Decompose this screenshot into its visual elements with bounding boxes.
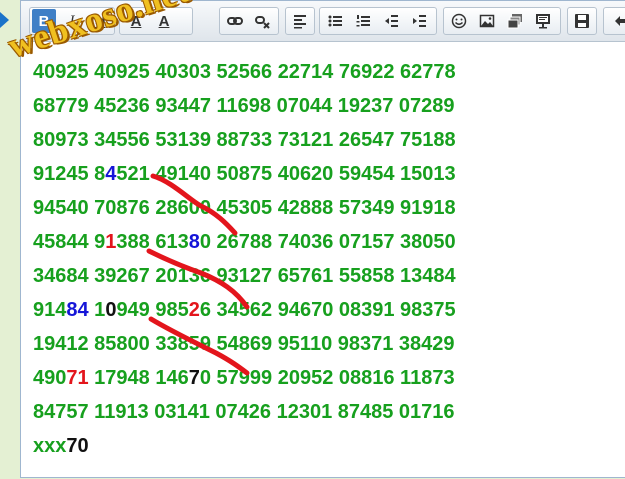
bullet-list-icon xyxy=(328,15,342,27)
bullet-list-button[interactable] xyxy=(323,9,347,33)
number-text: 0 26788 74036 07157 38050 xyxy=(199,231,456,253)
smiley-icon xyxy=(451,13,467,29)
number-line: 68779 45236 93447 11698 07044 19237 0728… xyxy=(33,89,625,123)
outdent-icon xyxy=(385,15,398,27)
number-text: 388 613 xyxy=(116,231,189,253)
editor-content[interactable]: 40925 40925 40303 52566 22714 76922 6277… xyxy=(33,55,625,463)
indent-icon xyxy=(413,15,426,27)
number-text: 40925 40925 40303 52566 22714 76922 6277… xyxy=(33,61,456,83)
unlink-button[interactable] xyxy=(251,9,275,33)
number-text: 17948 146 xyxy=(88,367,189,389)
media-icon xyxy=(536,14,550,29)
number-line: 34684 39267 20136 93127 65761 55858 1348… xyxy=(33,259,625,293)
number-text: 34684 39267 20136 93127 65761 55858 1348… xyxy=(33,265,456,287)
number-text: xxx xyxy=(33,435,67,457)
number-line: 94540 70876 28600 45305 42888 57349 9191… xyxy=(33,191,625,225)
highlighted-digits: 2 xyxy=(188,299,200,321)
left-arrow-icon xyxy=(0,12,9,28)
image-icon xyxy=(479,14,495,28)
highlighted-digits: 71 xyxy=(66,367,89,389)
indent-button[interactable] xyxy=(407,9,431,33)
number-line: xxx70 xyxy=(33,429,625,463)
link-group xyxy=(219,7,279,35)
number-text: 6 34562 94670 08391 98375 xyxy=(199,299,456,321)
highlighted-digits: 70 xyxy=(66,435,89,457)
highlighted-digits: 1 xyxy=(105,231,117,253)
number-line: 40925 40925 40303 52566 22714 76922 6277… xyxy=(33,55,625,89)
highlighted-digits: 8 xyxy=(188,231,200,253)
number-line: 19412 85800 33859 54869 95110 98371 3842… xyxy=(33,327,625,361)
insert-gallery-button[interactable] xyxy=(503,9,527,33)
align-left-icon xyxy=(294,15,306,29)
rich-text-editor: B I U A A 40925 40925 40303 52566 22714 … xyxy=(20,0,625,478)
emoticon-button[interactable] xyxy=(447,9,471,33)
align-group xyxy=(285,7,315,35)
number-text: 521 49140 50875 40620 59454 15013 xyxy=(116,163,456,185)
number-text: 80973 34556 53139 88733 73121 26547 7518… xyxy=(33,129,456,151)
number-line: 84757 11913 03141 07426 12301 87485 0171… xyxy=(33,395,625,429)
save-button[interactable] xyxy=(570,9,594,33)
floppy-disk-icon xyxy=(575,14,589,28)
number-text: 490 xyxy=(33,367,67,389)
number-text: 0 57999 20952 08816 11873 xyxy=(199,367,455,389)
insert-media-button[interactable] xyxy=(531,9,555,33)
gallery-icon xyxy=(507,14,522,29)
unlink-icon xyxy=(255,16,270,29)
numbered-list-button[interactable] xyxy=(351,9,375,33)
insert-image-button[interactable] xyxy=(475,9,499,33)
number-text: 94540 70876 28600 45305 42888 57349 9191… xyxy=(33,197,456,219)
numbered-list-icon xyxy=(356,15,370,27)
number-text: 1 xyxy=(88,299,106,321)
align-left-button[interactable] xyxy=(288,9,312,33)
number-text: 19412 85800 33859 54869 95110 98371 3842… xyxy=(33,333,455,355)
insert-group xyxy=(443,7,561,35)
number-text: 949 985 xyxy=(116,299,189,321)
link-icon xyxy=(227,17,243,25)
save-group xyxy=(567,7,597,35)
link-button[interactable] xyxy=(223,9,247,33)
number-line: 91245 84521 49140 50875 40620 59454 1501… xyxy=(33,157,625,191)
number-text: 68779 45236 93447 11698 07044 19237 0728… xyxy=(33,95,455,117)
undo-button[interactable] xyxy=(610,9,625,33)
highlighted-digits: 0 xyxy=(105,299,117,321)
number-line: 80973 34556 53139 88733 73121 26547 7518… xyxy=(33,123,625,157)
number-line: 45844 91388 61380 26788 74036 07157 3805… xyxy=(33,225,625,259)
undo-arrow-icon xyxy=(615,16,625,26)
number-text: 84757 11913 03141 07426 12301 87485 0171… xyxy=(33,401,455,423)
highlighted-digits: 4 xyxy=(105,163,117,185)
undo-group xyxy=(603,7,625,35)
number-text: 45844 9 xyxy=(33,231,106,253)
outdent-button[interactable] xyxy=(379,9,403,33)
highlighted-digits: 84 xyxy=(66,299,89,321)
number-line: 49071 17948 14670 57999 20952 08816 1187… xyxy=(33,361,625,395)
list-group xyxy=(319,7,437,35)
number-line: 91484 10949 98526 34562 94670 08391 9837… xyxy=(33,293,625,327)
number-text: 914 xyxy=(33,299,67,321)
number-text: 91245 8 xyxy=(33,163,106,185)
highlighted-digits: 7 xyxy=(188,367,200,389)
